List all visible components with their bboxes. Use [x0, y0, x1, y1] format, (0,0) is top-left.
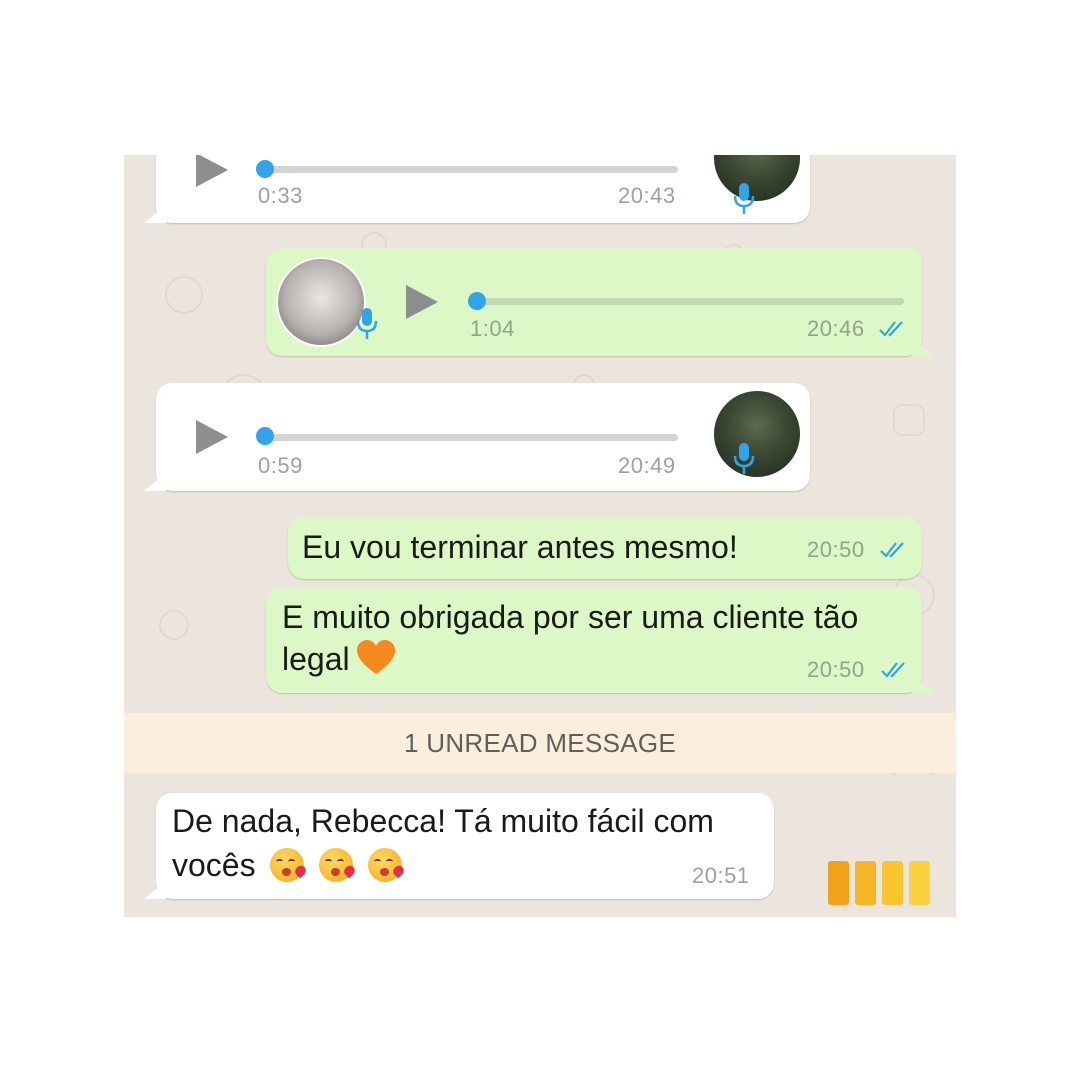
message-time: 20:43	[618, 183, 676, 208]
audio-scrub-handle[interactable]	[256, 160, 274, 178]
voice-duration: 1:04	[470, 316, 515, 341]
message-text-line2: legal	[282, 637, 396, 681]
play-icon[interactable]	[406, 285, 438, 319]
text-message-outgoing[interactable]: E muito obrigada por ser uma cliente tão…	[266, 587, 934, 693]
microphone-icon	[356, 308, 378, 339]
message-text: Eu vou terminar antes mesmo!	[302, 529, 738, 565]
message-time: 20:46	[807, 316, 865, 341]
message-time: 20:50	[807, 657, 865, 682]
voice-duration: 0:59	[258, 453, 303, 478]
audio-scrub-handle[interactable]	[468, 292, 486, 310]
voice-message-incoming[interactable]: 0:33 20:43	[144, 155, 810, 223]
audio-progress-track[interactable]	[478, 298, 904, 305]
message-text: E muito obrigada por ser uma cliente tão	[282, 599, 859, 635]
message-time: 20:49	[618, 453, 676, 478]
message-text: De nada, Rebecca! Tá muito fácil com	[172, 803, 714, 839]
chat-window: 0:33 20:43 1:04 20:46 0:59 20:49 Eu vou …	[124, 155, 956, 917]
sender-avatar	[712, 389, 802, 479]
bar-3	[882, 861, 903, 905]
audio-progress-track[interactable]	[268, 166, 678, 173]
voice-duration: 0:33	[258, 183, 303, 208]
bar-1	[828, 861, 849, 905]
microphone-icon	[733, 183, 755, 214]
double-check-icon	[880, 542, 904, 558]
double-check-icon	[881, 662, 905, 678]
face-blowing-kiss-emoji	[270, 848, 309, 882]
play-icon[interactable]	[196, 420, 228, 454]
audio-scrub-handle[interactable]	[256, 427, 274, 445]
face-blowing-kiss-emoji	[368, 848, 407, 882]
sender-avatar	[276, 257, 366, 347]
double-check-icon	[879, 321, 903, 337]
play-icon[interactable]	[196, 155, 228, 187]
message-text-line2: vocês	[172, 843, 407, 887]
text-message-outgoing[interactable]: Eu vou terminar antes mesmo! 20:50	[288, 517, 922, 579]
face-blowing-kiss-emoji	[319, 848, 358, 882]
text-message-incoming[interactable]: De nada, Rebecca! Tá muito fácil com voc…	[144, 793, 774, 899]
voice-message-outgoing[interactable]: 1:04 20:46	[266, 248, 934, 356]
bar-2	[855, 861, 876, 905]
sender-avatar	[712, 155, 802, 203]
unread-messages-banner: 1 UNREAD MESSAGE	[124, 713, 956, 773]
message-time: 20:50	[807, 537, 865, 562]
message-time: 20:51	[692, 863, 750, 888]
bar-4	[909, 861, 930, 905]
voice-message-incoming[interactable]: 0:59 20:49	[144, 383, 810, 491]
orange-bars-logo	[828, 861, 932, 905]
audio-progress-track[interactable]	[268, 434, 678, 441]
orange-heart-emoji	[356, 640, 395, 674]
microphone-icon	[733, 443, 755, 474]
